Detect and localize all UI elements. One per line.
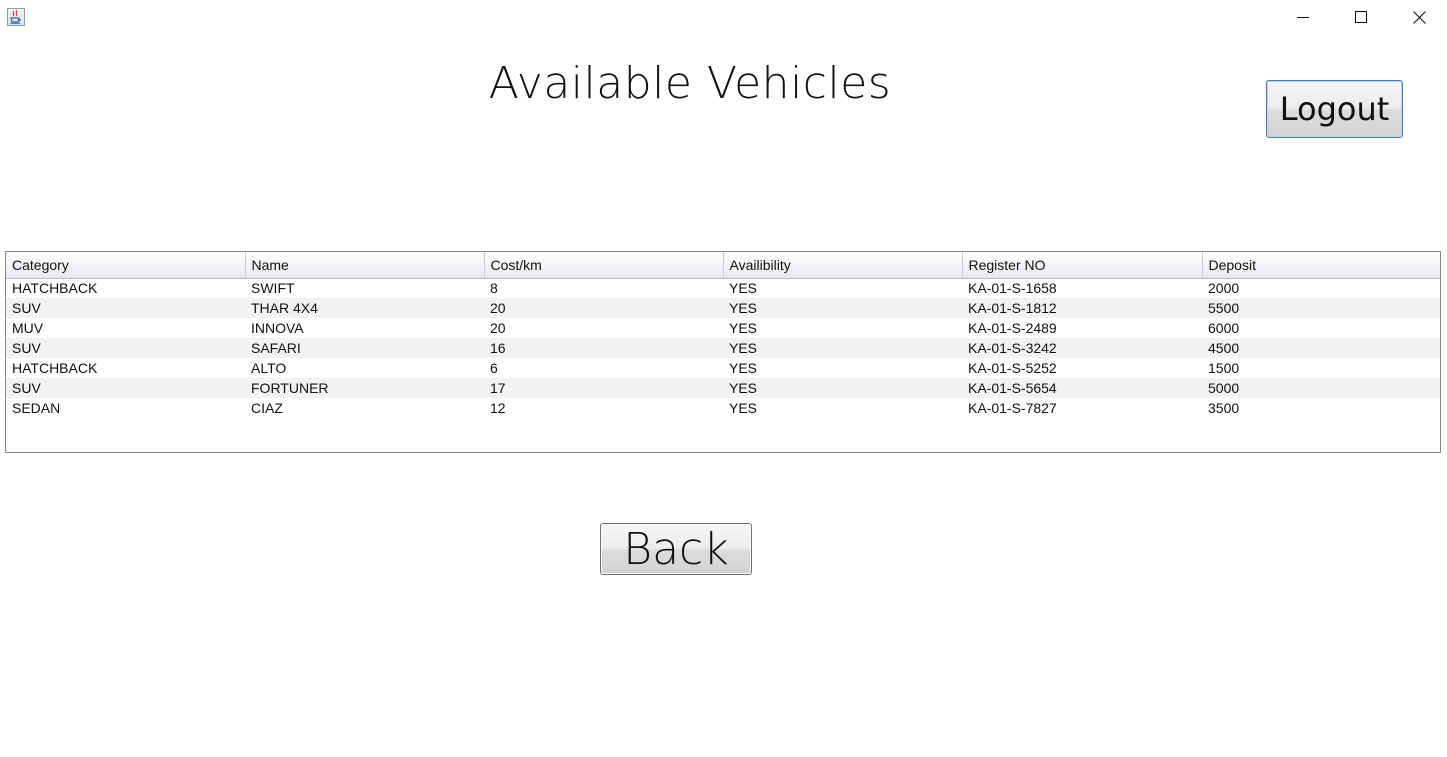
table-cell[interactable]: YES	[723, 378, 962, 398]
back-button[interactable]: Back	[600, 523, 752, 575]
table-cell[interactable]: YES	[723, 298, 962, 318]
table-cell[interactable]: 17	[484, 378, 723, 398]
table-cell[interactable]: SEDAN	[6, 398, 245, 418]
table-cell[interactable]: 16	[484, 338, 723, 358]
table-cell[interactable]: HATCHBACK	[6, 358, 245, 378]
column-header-register-no[interactable]: Register NO	[962, 252, 1203, 279]
java-coffee-cup-icon[interactable]	[7, 8, 25, 26]
table-cell[interactable]: SUV	[6, 298, 245, 318]
table-cell[interactable]: ALTO	[245, 358, 484, 378]
table-cell[interactable]: FORTUNER	[245, 378, 484, 398]
table-cell[interactable]: 12	[484, 398, 723, 418]
table-cell[interactable]: SWIFT	[245, 278, 484, 298]
table-cell[interactable]: SUV	[6, 338, 245, 358]
table-cell[interactable]: YES	[723, 398, 962, 418]
table-cell[interactable]: 8	[484, 278, 723, 298]
table-row[interactable]: HATCHBACK ALTO 6 YES KA-01-S-5252 1500	[6, 358, 1440, 378]
table-cell[interactable]: 20	[484, 298, 723, 318]
table-cell[interactable]: KA-01-S-5252	[962, 358, 1202, 378]
table-cell[interactable]: 6	[484, 358, 723, 378]
table-cell[interactable]: MUV	[6, 318, 245, 338]
maximize-icon	[1355, 11, 1367, 23]
table-header-row: Category Name Cost/km Availibility Regis…	[6, 252, 1440, 279]
table-cell[interactable]: KA-01-S-1658	[962, 278, 1202, 298]
table-cell[interactable]: 20	[484, 318, 723, 338]
table-cell[interactable]: YES	[723, 318, 962, 338]
table-cell[interactable]: 4500	[1202, 338, 1440, 358]
table-row[interactable]: MUV INNOVA 20 YES KA-01-S-2489 6000	[6, 318, 1440, 338]
table-cell[interactable]: INNOVA	[245, 318, 484, 338]
table-cell[interactable]: THAR 4X4	[245, 298, 484, 318]
table-row[interactable]: SEDAN CIAZ 12 YES KA-01-S-7827 3500	[6, 398, 1440, 418]
table-cell[interactable]: KA-01-S-2489	[962, 318, 1202, 338]
column-header-name[interactable]: Name	[245, 252, 485, 279]
table-cell[interactable]: CIAZ	[245, 398, 484, 418]
table-cell[interactable]: KA-01-S-5654	[962, 378, 1202, 398]
minimize-button[interactable]	[1274, 0, 1332, 34]
minimize-icon	[1297, 17, 1309, 18]
table-cell[interactable]: 6000	[1202, 318, 1440, 338]
table-cell[interactable]: 3500	[1202, 398, 1440, 418]
table-cell[interactable]: KA-01-S-3242	[962, 338, 1202, 358]
maximize-button[interactable]	[1332, 0, 1390, 34]
table-cell[interactable]: YES	[723, 338, 962, 358]
vehicles-table[interactable]: Category Name Cost/km Availibility Regis…	[6, 252, 1440, 418]
column-header-availability[interactable]: Availibility	[723, 252, 963, 279]
table-cell[interactable]: 5000	[1202, 378, 1440, 398]
column-header-category[interactable]: Category	[6, 252, 246, 279]
table-cell[interactable]: 2000	[1202, 278, 1440, 298]
close-button[interactable]	[1390, 0, 1447, 34]
app-window: Available Vehicles Logout Category Name …	[0, 0, 1447, 757]
table-cell[interactable]: HATCHBACK	[6, 278, 245, 298]
table-cell[interactable]: YES	[723, 278, 962, 298]
column-header-cost-per-km[interactable]: Cost/km	[484, 252, 724, 279]
table-row[interactable]: SUV SAFARI 16 YES KA-01-S-3242 4500	[6, 338, 1440, 358]
page-title: Available Vehicles	[488, 58, 892, 109]
table-cell[interactable]: SUV	[6, 378, 245, 398]
table-cell[interactable]: 1500	[1202, 358, 1440, 378]
close-icon	[1412, 10, 1426, 24]
table-row[interactable]: HATCHBACK SWIFT 8 YES KA-01-S-1658 2000	[6, 278, 1440, 298]
table-row[interactable]: SUV FORTUNER 17 YES KA-01-S-5654 5000	[6, 378, 1440, 398]
table-cell[interactable]: YES	[723, 358, 962, 378]
vehicles-table-scrollpane[interactable]: Category Name Cost/km Availibility Regis…	[5, 251, 1441, 453]
table-cell[interactable]: SAFARI	[245, 338, 484, 358]
table-cell[interactable]: KA-01-S-7827	[962, 398, 1202, 418]
table-cell[interactable]: KA-01-S-1812	[962, 298, 1202, 318]
table-row[interactable]: SUV THAR 4X4 20 YES KA-01-S-1812 5500	[6, 298, 1440, 318]
table-cell[interactable]: 5500	[1202, 298, 1440, 318]
column-header-deposit[interactable]: Deposit	[1202, 252, 1440, 279]
logout-button[interactable]: Logout	[1266, 80, 1403, 138]
